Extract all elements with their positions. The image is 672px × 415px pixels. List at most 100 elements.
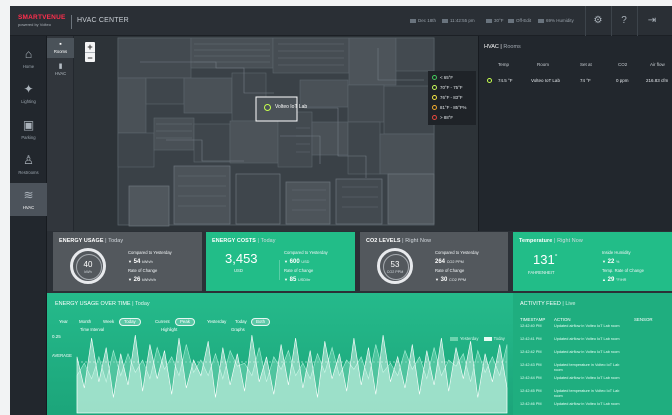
panel-title: HVAC | Rooms [484,44,521,50]
top-navigation-bar: SMARTVENUE powered by Volteo HVAC CENTER… [10,6,672,36]
hvac-subnav: ▪ Rooms ▮ HVAC [47,36,74,231]
help-icon[interactable]: ? [617,14,631,28]
activity-row[interactable]: 12:42:45 PM Updated temperature in Volteo… [513,389,672,401]
card-title: Temperature | Right Now [519,238,583,244]
legend-item: < 65°F [432,73,474,83]
table-row[interactable]: 74.5 °F Volteo IoT Lab 74 °F 0 ppm 216.8… [479,74,672,87]
gauge-unit: kWh [84,270,92,274]
sidebar-item-label: Parking [21,135,36,140]
rate-value: ▼ 30 CO2 PPM [435,277,467,283]
card-period: Right Now [405,238,432,244]
energy-usage-chart-panel: ENERGY USAGE OVER TIME | Today Year Mont… [47,293,513,415]
temp-rate-label: Temp. Rate of Change [602,268,644,273]
sidebar-item-label: Restrooms [18,170,39,175]
home-icon: ⌂ [24,47,33,61]
zoom-out-button[interactable]: − [85,52,95,63]
energy-usage-chart[interactable]: 0.25 AVERAGE [47,293,513,415]
energy-costs-card[interactable]: ENERGY COSTS | Today 3,453 USD Compared … [206,232,355,291]
rate-label: Rate of Change [284,268,314,273]
activity-feed-panel: ACTIVITY FEED | Live TIMESTAMP ACTION SE… [513,293,672,415]
sidebar-item-lighting[interactable]: ✦ Lighting [10,77,47,110]
row-temp: 74.5 °F [498,78,513,83]
app-window: SMARTVENUE powered by Volteo HVAC CENTER… [10,6,672,415]
legend-label: 76°F - 83°F [440,95,463,100]
down-arrow-icon: ▼ [284,259,288,264]
energy-costs-value: 3,453 [225,251,258,266]
activity-row[interactable]: 12:42:44 PM Updated airflow in Volteo IoT… [513,376,672,388]
legend-label: 70°F - 75°F [440,85,463,90]
card-title: ENERGY COSTS | Today [212,238,276,244]
temperature-card[interactable]: Temperature | Right Now 131° FAHRENHEIT … [513,232,672,291]
column-room: Room [537,62,550,67]
down-arrow-icon: ▼ [435,277,439,282]
sidebar-item-home[interactable]: ⌂ Home [10,42,47,75]
activity-row[interactable]: 12:42:41 PM Updated airflow in Volteo IoT… [513,337,672,349]
powered-by: powered by Volteo [18,22,51,27]
energy-usage-card[interactable]: ENERGY USAGE | Today 40 kWh Compared to Y… [53,232,202,291]
compared-label: Compared to Yesterday [435,250,479,255]
legend-dot [432,95,437,100]
column-action: ACTION [554,317,571,322]
compared-label: Compared to Yesterday [284,250,328,255]
feed-subtitle: Live [565,301,576,307]
activity-action: Updated airflow in Volteo IoT Lab room [554,324,620,328]
humidity-status: 69% Humidity [538,18,574,23]
down-arrow-icon: ▼ [284,277,288,282]
legend-item: 76°F - 83°F [432,93,474,103]
legend-dot [432,115,437,120]
temperature-legend: < 65°F 70°F - 75°F 76°F - 83°F 81°F - 85… [428,71,476,125]
top-divider [585,6,586,36]
activity-row[interactable]: 12:42:46 PM Updated airflow in Volteo IoT… [513,402,672,414]
legend-dot [432,85,437,90]
sidebar-item-hvac[interactable]: ≋ HVAC [10,183,47,216]
sidebar-item-restrooms[interactable]: ♙ Restrooms [10,148,47,181]
column-set-at: Set at [580,62,592,67]
zoom-in-button[interactable]: + [85,42,95,52]
up-arrow-icon: ▲ [602,277,606,282]
sidebar-item-parking[interactable]: ▣ Parking [10,113,47,146]
restrooms-icon: ♙ [23,153,34,167]
subnav-rooms[interactable]: ▪ Rooms [47,38,74,58]
floor-map[interactable]: + − Volteo IoT Lab < 65°F 70°F - 75°F 76… [74,36,478,231]
card-title: ENERGY USAGE | Today [59,238,124,244]
lighting-icon: ✦ [23,82,34,96]
date-text: Dec 18th [418,18,437,23]
row-air-flow: 216.83 cfm [646,78,669,83]
card-divider [279,260,280,280]
card-period: Today [260,238,276,244]
subnav-hvac[interactable]: ▮ HVAC [47,60,74,80]
logout-icon[interactable]: ⇥ [645,14,659,28]
settings-gear-icon[interactable]: ⚙ [591,14,605,28]
smartvenue-logo: SMARTVENUE powered by Volteo [18,14,68,29]
legend-dot [432,105,437,110]
average-label: AVERAGE [52,353,72,358]
y-tick-label: 0.25 [52,334,61,339]
calendar-icon [410,18,416,23]
rate-value: ▼ 85 USD/hr [284,277,311,283]
activity-row[interactable]: 12:42:43 PM Updated temperature in Volteo… [513,363,672,375]
room-temperature-marker[interactable] [264,104,271,111]
top-divider [637,6,638,36]
card-period: Today [108,238,124,244]
mode-status: Off-Edit [508,18,531,23]
card-title-text: ENERGY USAGE [59,238,104,244]
hvac-table-header: Temp Room Set at CO2 Air flow [479,58,672,71]
thermometer-icon [486,18,492,23]
compared-value: ▼ 54 kWh/h [128,259,153,265]
column-sensor: SENSOR [634,317,653,322]
activity-timestamp: 12:42:45 PM [520,389,542,393]
legend-item: > 88°F [432,113,474,123]
gauge-unit: CO2 PPM [386,270,404,274]
legend-label: < 65°F [440,75,454,80]
activity-row[interactable]: 12:42:40 PM Updated airflow in Volteo IoT… [513,324,672,336]
subnav-label: Rooms [53,49,68,54]
rate-label: Rate of Change [128,268,158,273]
panel-subtitle: Rooms [503,44,521,50]
co2-gauge: 53 CO2 PPM [377,248,413,284]
energy-usage-gauge: 40 kWh [70,248,106,284]
activity-row[interactable]: 12:42:42 PM Updated airflow in Volteo IoT… [513,350,672,362]
co2-levels-card[interactable]: CO2 LEVELS | Right Now 53 CO2 PPM Compare… [360,232,508,291]
column-temp: Temp [498,62,510,67]
hvac-rooms-panel: HVAC | Rooms Temp Room Set at CO2 Air fl… [478,36,672,231]
row-room: Volteo IoT Lab [531,78,560,83]
